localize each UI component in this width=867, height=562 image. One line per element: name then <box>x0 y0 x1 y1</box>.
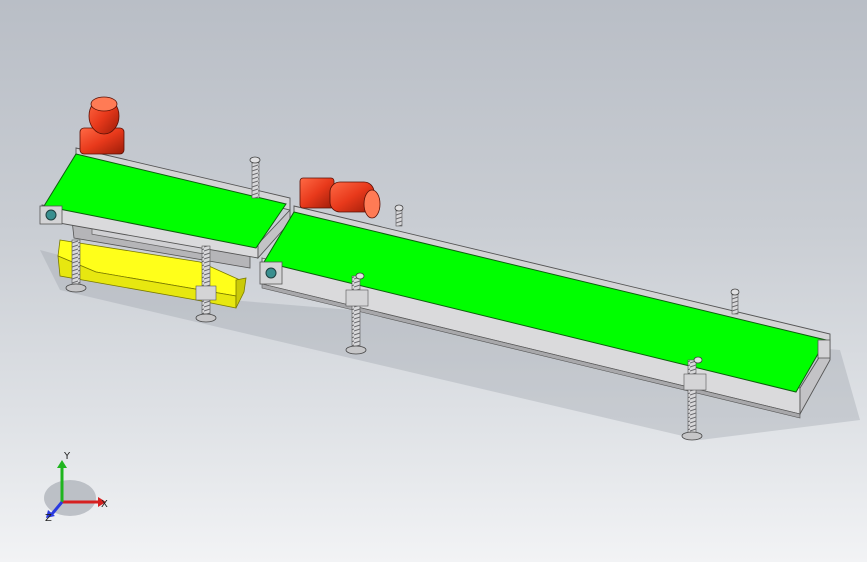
x-axis-label: X <box>101 499 108 510</box>
long-conveyor-leg-4 <box>730 288 740 315</box>
short-conveyor[interactable] <box>39 96 291 323</box>
bearing-icon <box>45 209 57 221</box>
motor-fan-cover <box>90 96 118 112</box>
z-axis-label: Z <box>45 513 52 524</box>
triad-sphere-icon <box>44 480 96 516</box>
coordinate-triad: X Y Z <box>44 451 108 524</box>
long-conveyor-leg-3 <box>394 204 404 227</box>
cad-viewport[interactable]: X Y Z <box>0 0 867 562</box>
bearing-icon <box>265 267 277 279</box>
motor-gearbox <box>299 177 335 209</box>
conveyor-assembly-model[interactable]: X Y Z <box>0 0 867 562</box>
y-axis-label: Y <box>63 451 71 462</box>
long-end-pulley-right <box>817 339 831 359</box>
motor-fan-cover <box>363 189 381 219</box>
short-conveyor-motor[interactable] <box>79 96 125 155</box>
